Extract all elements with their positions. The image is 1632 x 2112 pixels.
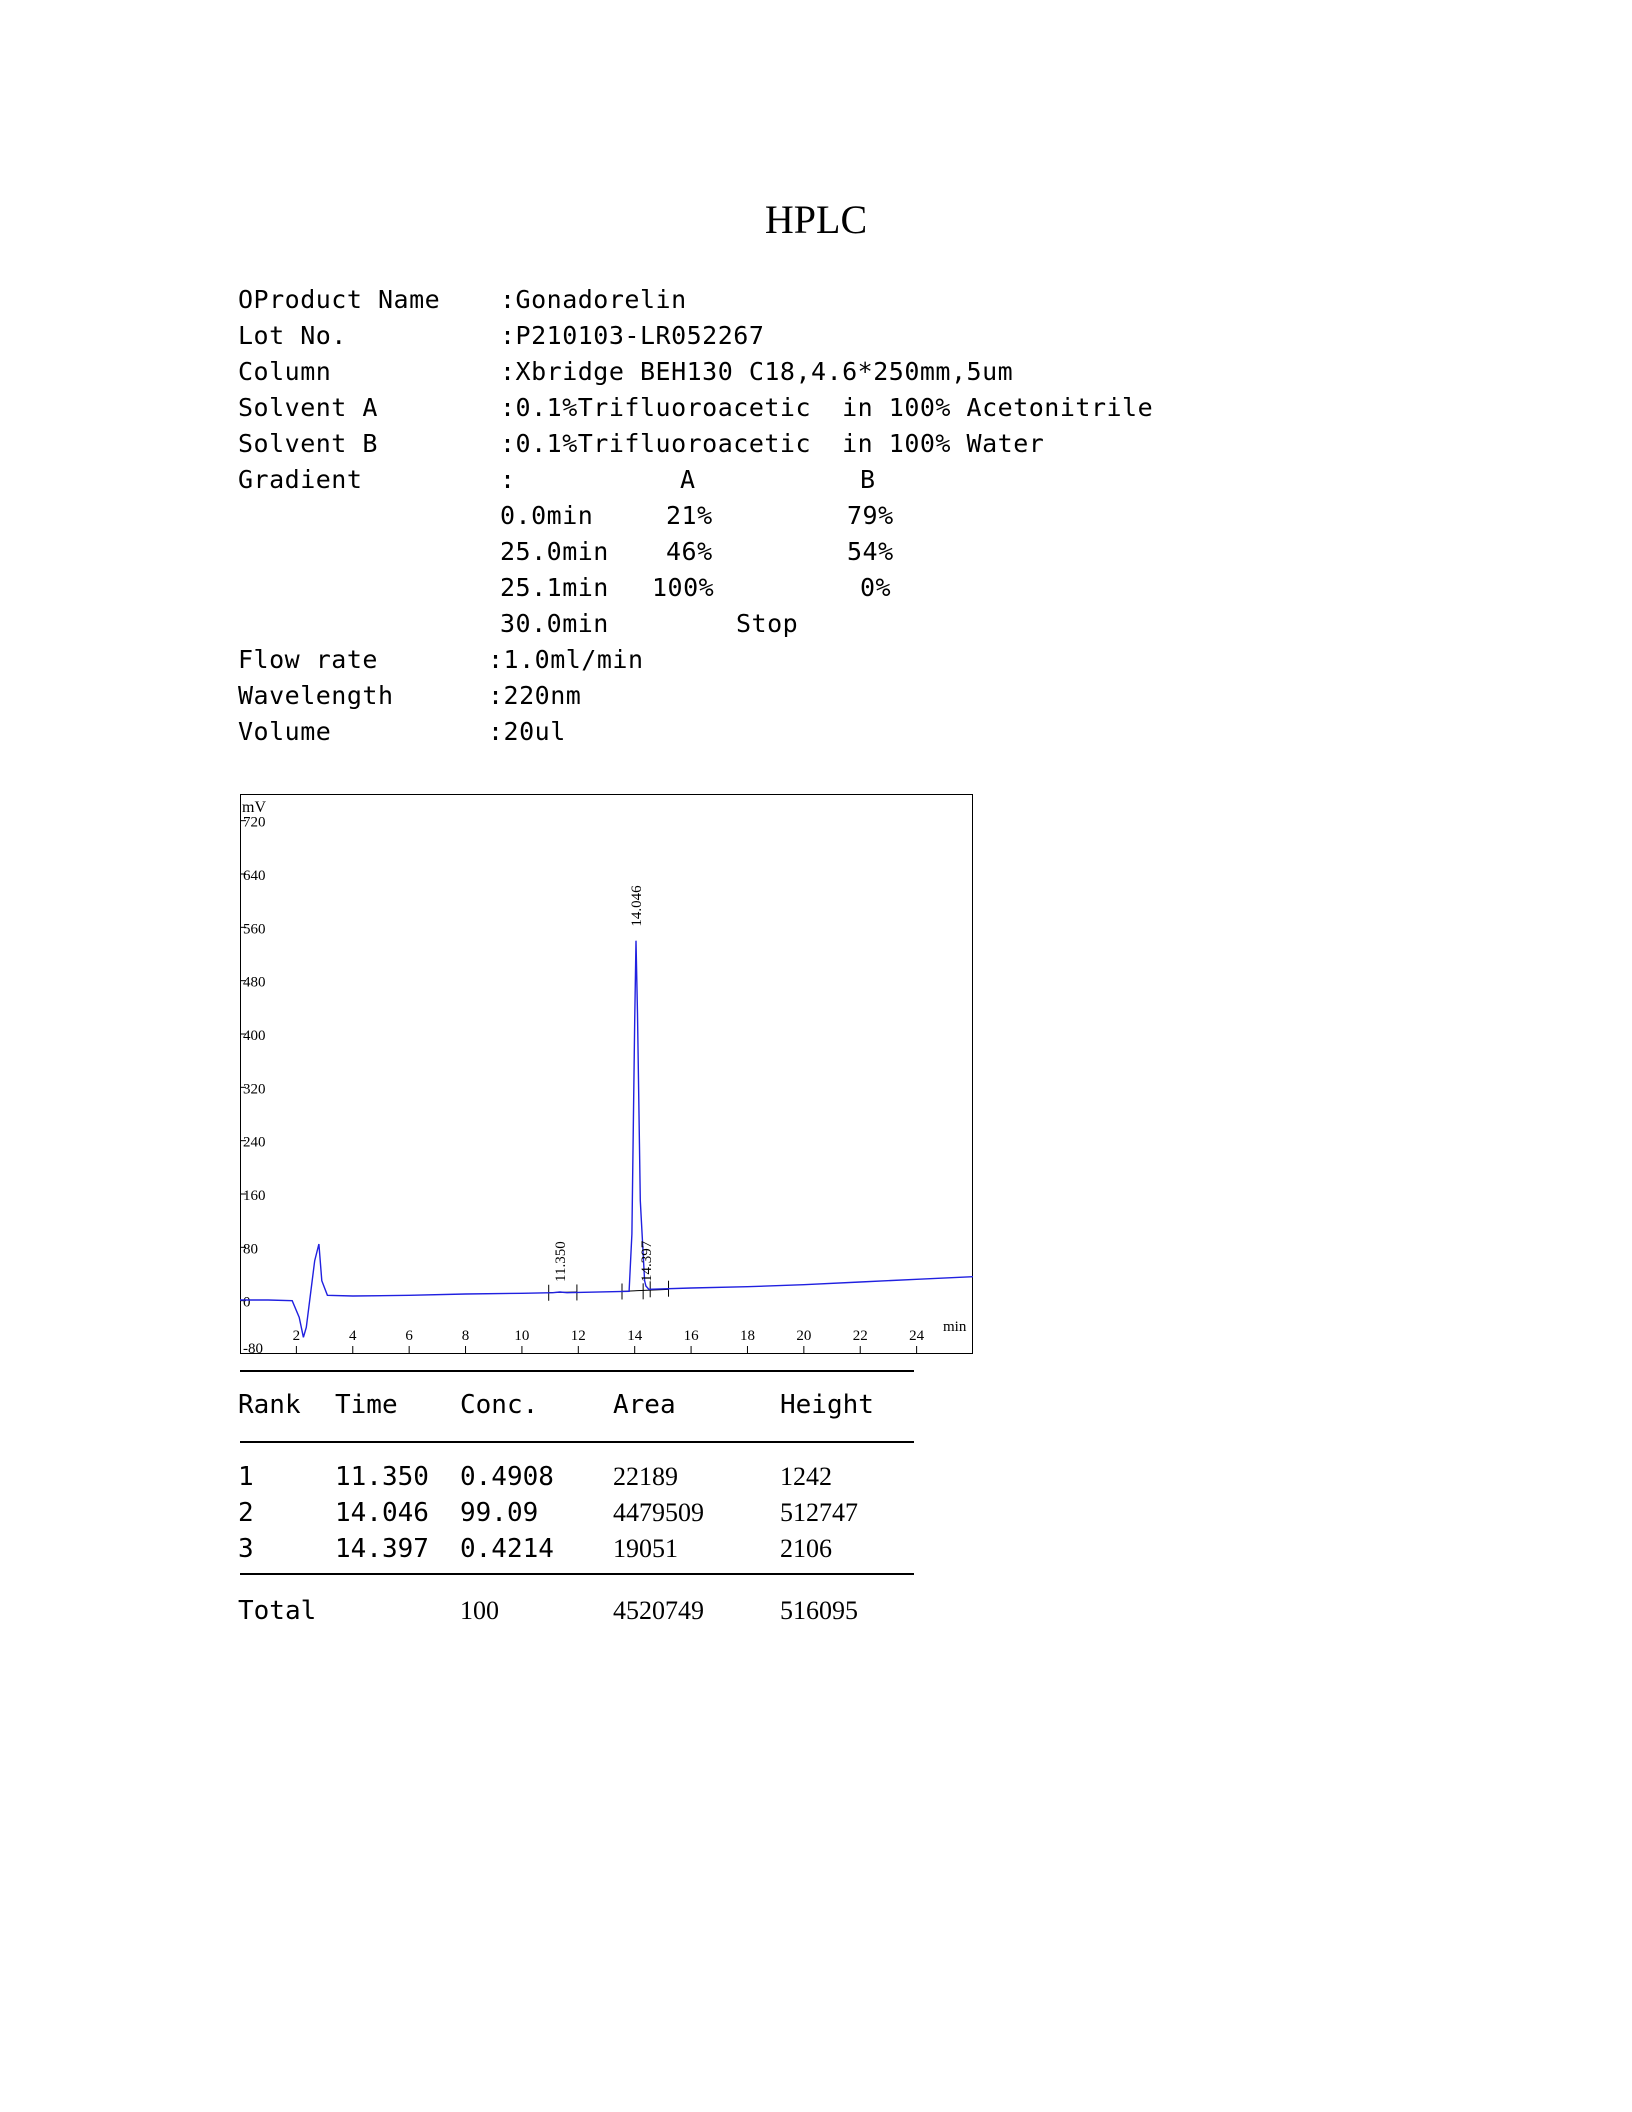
x-tick-label: 22 [853,1328,868,1344]
info-label-volume: Volume [238,717,332,746]
x-tick-label: 8 [462,1328,470,1344]
table-cell-time: 14.397 [335,1534,429,1564]
gradient-time: 25.1min [500,573,609,602]
x-tick-label: 18 [740,1328,755,1344]
y-tick-label: 320 [243,1081,266,1097]
info-label-wavelength: Wavelength [238,681,394,710]
gradient-time: 25.0min [500,537,609,566]
table-rule-header [240,1441,914,1443]
x-tick-label: 16 [684,1328,700,1344]
table-cell-time: 14.046 [335,1498,429,1528]
y-tick-label: 640 [243,868,266,884]
table-cell-time: 11.350 [335,1462,429,1492]
table-cell-area: 19051 [613,1534,678,1563]
info-label-flow-rate: Flow rate [238,645,378,674]
x-tick-label: 12 [571,1328,586,1344]
info-value-solvent-a: :0.1%Trifluoroacetic in 100% Acetonitril… [500,393,1154,422]
x-tick-label: 20 [796,1328,811,1344]
gradient-stop: Stop [736,609,799,638]
x-tick-label: 6 [405,1328,413,1344]
gradient-a: 21% [666,501,713,530]
info-value-flow-rate: :1.0ml/min [488,645,644,674]
page-title: HPLC [764,197,868,242]
table-cell-height: 2106 [780,1534,832,1563]
table-header-area: Area [613,1390,676,1420]
gradient-b: 0% [860,573,892,602]
y-tick-label: 480 [243,975,266,991]
table-rule-bottom [240,1573,914,1575]
gradient-b: 54% [847,537,894,566]
table-cell-height: 1242 [780,1462,832,1491]
info-value-volume: :20ul [488,717,566,746]
y-tick-label: 400 [243,1028,266,1044]
table-cell-rank: 2 [238,1498,254,1528]
peak-label: 11.350 [553,1241,569,1282]
chart-frame [240,794,973,1354]
table-total-area: 4520749 [613,1596,704,1625]
info-label-solvent-a: Solvent A [238,393,378,422]
y-tick-label: 160 [243,1188,266,1204]
table-cell-area: 4479509 [613,1498,704,1527]
chromatogram-chart: -80080160240320400480560640720 2 4 6 8 10 12 1… [240,794,973,1354]
table-rule-top [240,1370,914,1372]
table-cell-area: 22189 [613,1462,678,1491]
gradient-header-a: A [680,465,696,494]
y-tick-label: -80 [243,1341,263,1354]
table-cell-rank: 1 [238,1462,254,1492]
x-tick-label: 14 [627,1328,643,1344]
peak-label: 14.397 [639,1240,655,1282]
table-header-time: Time [335,1390,398,1420]
table-cell-conc: 0.4908 [460,1462,554,1492]
info-value-gradient: : [500,465,516,494]
table-cell-rank: 3 [238,1534,254,1564]
y-tick-label: 0 [243,1295,251,1311]
info-value-solvent-b: :0.1%Trifluoroacetic in 100% Water [500,429,1045,458]
table-header-conc: Conc. [460,1390,539,1420]
info-value-product: :Gonadorelin [500,285,687,314]
info-label-product: OProduct Name [238,285,441,314]
gradient-a: 100% [652,573,715,602]
info-label-gradient: Gradient [238,465,363,494]
info-label-column: Column [238,357,332,386]
table-total-label: Total [238,1596,317,1626]
table-header-height: Height [780,1390,874,1420]
y-axis-label: mV [242,799,266,816]
x-tick-label: 10 [514,1328,529,1344]
table-header-rank: Rank [238,1390,301,1420]
gradient-a: 46% [666,537,713,566]
table-total-conc: 100 [460,1596,499,1625]
info-value-wavelength: :220nm [488,681,582,710]
y-tick-label: 80 [243,1241,258,1257]
y-tick-label: 720 [243,815,266,831]
table-cell-height: 512747 [780,1498,858,1527]
peak-label: 14.046 [629,885,645,927]
info-value-column: :Xbridge BEH130 C18,4.6*250mm,5um [500,357,1014,386]
info-value-lot: :P210103-LR052267 [500,321,765,350]
table-cell-conc: 0.4214 [460,1534,554,1564]
gradient-b: 79% [847,501,894,530]
x-tick-label: 4 [349,1328,357,1344]
y-tick-label: 240 [243,1135,266,1151]
y-tick-label: 560 [243,921,266,937]
x-tick-label: 24 [909,1328,925,1344]
gradient-time: 0.0min [500,501,594,530]
info-label-lot: Lot No. [238,321,347,350]
gradient-time: 30.0min [500,609,609,638]
x-axis-label: min [943,1319,967,1335]
gradient-header-b: B [860,465,876,494]
table-cell-conc: 99.09 [460,1498,539,1528]
x-tick-label: 2 [293,1328,301,1344]
table-total-height: 516095 [780,1596,858,1625]
info-label-solvent-b: Solvent B [238,429,378,458]
